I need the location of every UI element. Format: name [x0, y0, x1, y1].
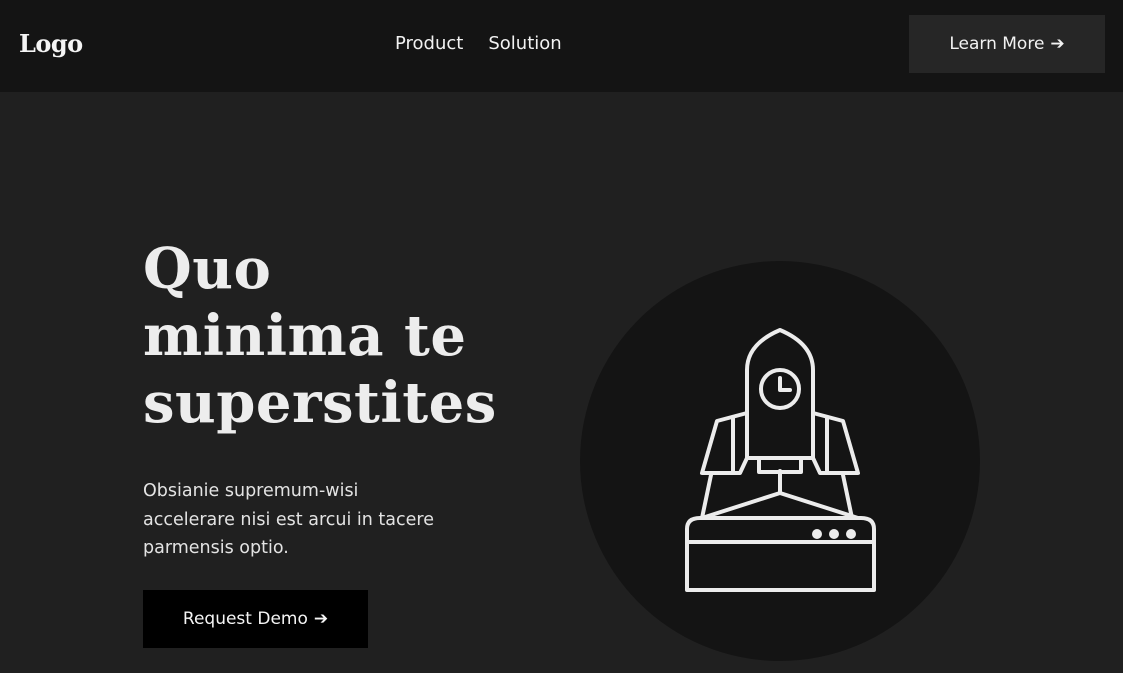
- rocket-body: [745, 328, 815, 460]
- indicator-dot: [812, 529, 822, 539]
- hero-description-line: accelerare nisi est arcui in tacere: [143, 509, 434, 530]
- launch-pad-top: [685, 516, 876, 544]
- rocket-launch-icon: [685, 328, 876, 592]
- learn-more-button[interactable]: Learn More ➔: [909, 15, 1105, 73]
- request-demo-label: Request Demo: [182, 609, 308, 629]
- arrow-right-icon: ➔: [1050, 34, 1065, 54]
- hero-description-line: parmensis optio.: [143, 538, 289, 558]
- hero-description: Obsianie supremum-wisi accelerare nisi e…: [143, 477, 483, 563]
- logo[interactable]: Logo: [19, 28, 83, 60]
- indicator-dot: [829, 529, 839, 539]
- nav-link-product[interactable]: Product: [395, 32, 463, 56]
- hero-description-line: Obsianie supremum-wisi: [143, 481, 359, 501]
- request-demo-button[interactable]: Request Demo ➔: [143, 590, 368, 648]
- nav-links: Product Solution: [395, 32, 562, 56]
- hero-title-line: Quo: [143, 236, 272, 302]
- hero-title-line: superstites: [143, 370, 497, 436]
- tower-roof: [700, 491, 860, 520]
- rocket-fin-left: [700, 411, 749, 475]
- nav-link-solution[interactable]: Solution: [488, 32, 561, 56]
- hero-title: Quo minima te superstites: [143, 236, 523, 437]
- clock-hands: [778, 376, 792, 392]
- arrow-right-icon: ➔: [313, 609, 329, 629]
- launch-pad-base: [685, 540, 876, 592]
- hero-title-line: minima te: [143, 303, 467, 369]
- hero-illustration: [580, 261, 980, 661]
- navbar: Logo Product Solution Learn More ➔: [0, 0, 1123, 92]
- rocket-fin-right: [811, 411, 860, 475]
- indicator-dot: [846, 529, 856, 539]
- learn-more-label: Learn More: [949, 34, 1045, 54]
